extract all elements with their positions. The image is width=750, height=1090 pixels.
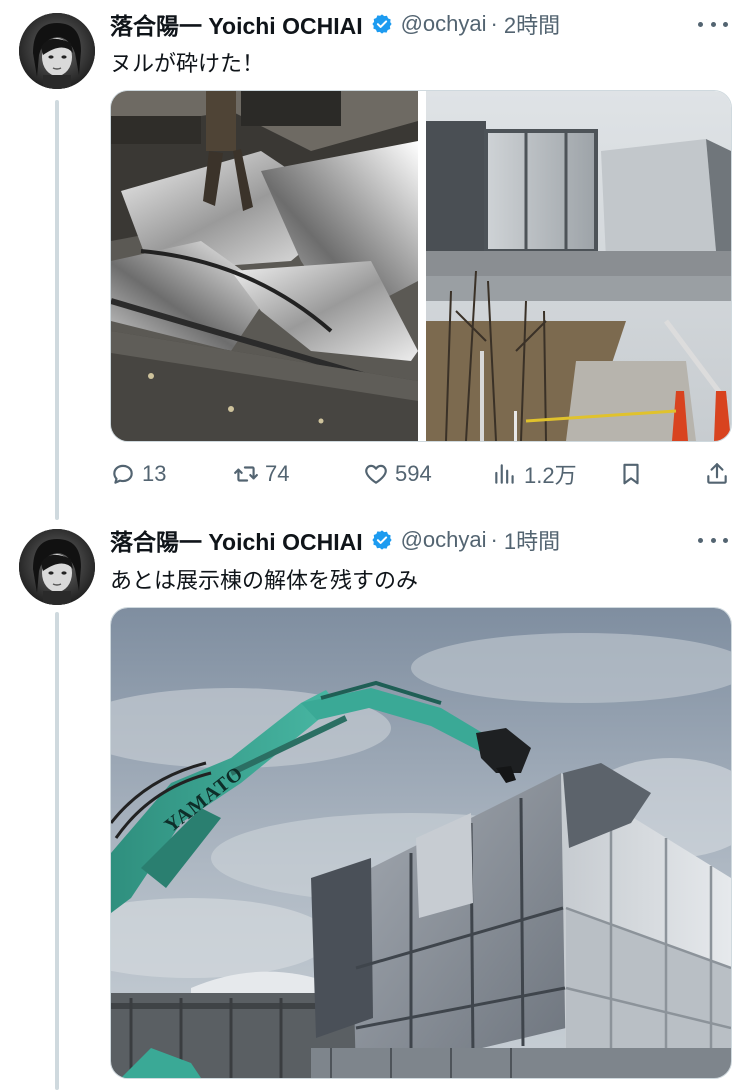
tweet-header: 落合陽一 Yoichi OCHIAI @ochyai · 1時間	[110, 523, 560, 557]
verified-badge-icon	[371, 14, 392, 34]
views-button[interactable]: 1.2万	[492, 456, 577, 492]
media-single[interactable]: YAMATO	[110, 607, 732, 1079]
share-upload-icon	[707, 463, 727, 484]
pavilion-photo	[426, 91, 731, 441]
handle[interactable]: @ochyai	[401, 11, 487, 37]
tweet-header: 落合陽一 Yoichi OCHIAI @ochyai · 2時間	[110, 7, 560, 41]
display-name[interactable]: 落合陽一 Yoichi OCHIAI	[110, 7, 363, 41]
retweet-count: 74	[265, 461, 290, 486]
tweet-text: ヌルが砕けた！	[110, 51, 265, 76]
timestamp[interactable]: 1時間	[504, 524, 560, 556]
thread-line	[55, 100, 59, 520]
retweet-icon	[234, 466, 258, 482]
avatar[interactable]	[19, 13, 95, 89]
verified-badge-icon	[371, 530, 392, 550]
reply-button[interactable]: 13	[110, 456, 166, 492]
bookmark-button[interactable]	[618, 456, 644, 492]
more-dots-icon[interactable]	[698, 530, 728, 550]
avatar[interactable]	[19, 529, 95, 605]
separator-dot: ·	[490, 527, 498, 552]
bookmark-icon	[623, 463, 639, 485]
reply-bubble-icon	[113, 464, 133, 484]
timestamp[interactable]: 2時間	[504, 8, 560, 40]
share-button[interactable]	[704, 456, 730, 492]
debris-photo	[111, 91, 419, 441]
demolition-photo[interactable]: YAMATO	[111, 608, 731, 1078]
tweet-actions: 13 74 594 1.2万	[110, 456, 730, 492]
display-name[interactable]: 落合陽一 Yoichi OCHIAI	[110, 523, 363, 557]
more-dots-icon[interactable]	[698, 14, 728, 34]
handle[interactable]: @ochyai	[401, 527, 487, 553]
reply-count: 13	[142, 461, 167, 486]
views-bar-icon	[495, 464, 514, 484]
views-count: 1.2万	[524, 463, 577, 488]
thread-line	[55, 612, 59, 1090]
like-count: 594	[395, 461, 432, 486]
tweet-text: あとは展示棟の解体を残すのみ	[110, 568, 419, 593]
media-photos[interactable]	[111, 91, 731, 441]
retweet-button[interactable]: 74	[233, 456, 289, 492]
media-grid	[110, 90, 732, 442]
separator-dot: ·	[490, 11, 498, 36]
like-button[interactable]: 594	[363, 456, 432, 492]
heart-icon	[365, 464, 387, 484]
